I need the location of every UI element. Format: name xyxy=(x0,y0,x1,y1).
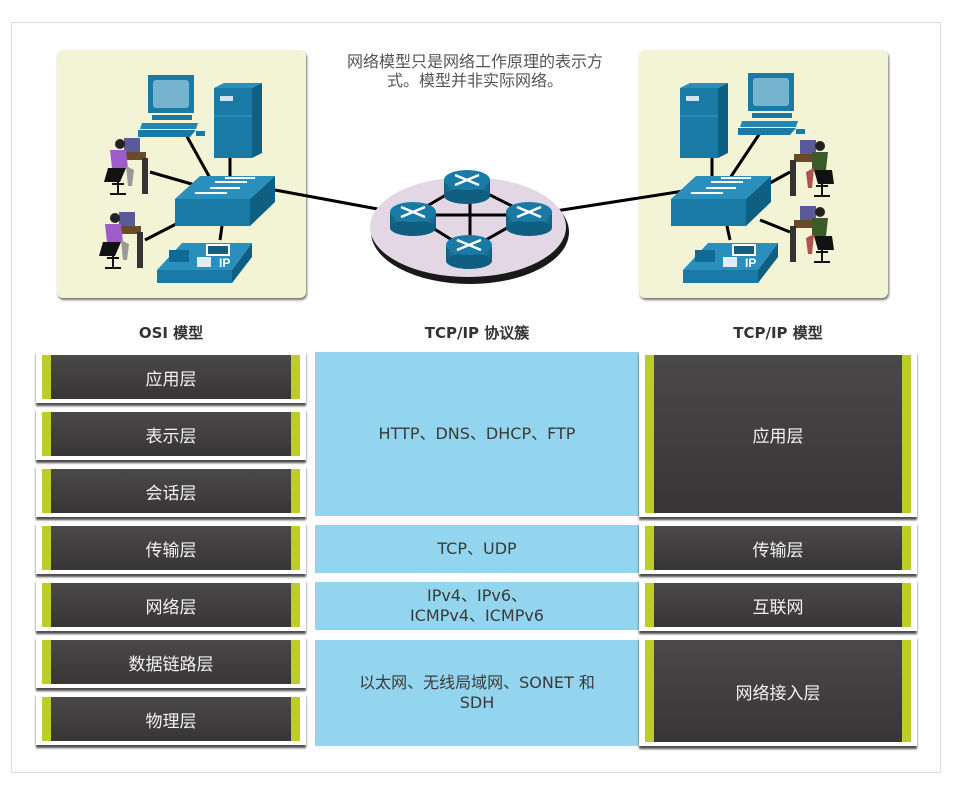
protocols-application: HTTP、DNS、DHCP、FTP xyxy=(315,352,639,516)
tcpip-layer-application: 应用层 xyxy=(639,351,917,517)
caption-line-2: 式。模型并非实际网络。 xyxy=(386,71,563,90)
protocol-text: TCP、UDP xyxy=(437,539,517,558)
osi-layer-application: 应用层 xyxy=(36,351,306,403)
right-lan-panel xyxy=(639,50,888,298)
layer-label: 互联网 xyxy=(752,597,804,618)
osi-layer-presentation: 表示层 xyxy=(36,408,306,460)
protocol-text: SDH xyxy=(459,693,495,712)
protocol-text: IPv4、IPv6、 xyxy=(426,586,528,605)
layer-label: 会话层 xyxy=(145,483,197,504)
layer-label: 应用层 xyxy=(145,369,197,390)
layer-label: 传输层 xyxy=(145,540,197,561)
caption-line-1: 网络模型只是网络工作原理的表示方 xyxy=(346,52,603,71)
tcpip-model-header: TCP/IP 模型 xyxy=(733,324,823,342)
osi-layer-transport: 传输层 xyxy=(36,522,306,574)
layer-label: 应用层 xyxy=(752,426,804,447)
protocols-internet: IPv4、IPv6、 ICMPv4、ICMPv6 xyxy=(315,582,639,630)
layer-label: 传输层 xyxy=(752,540,804,561)
protocol-text: HTTP、DNS、DHCP、FTP xyxy=(378,424,576,443)
left-lan-panel xyxy=(57,50,306,298)
protocols-network-access: 以太网、无线局域网、SONET 和 SDH xyxy=(315,640,639,746)
caption: 网络模型只是网络工作原理的表示方 式。模型并非实际网络。 xyxy=(320,52,630,90)
osi-layer-data-link: 数据链路层 xyxy=(36,636,306,688)
protocol-text: 以太网、无线局域网、SONET 和 xyxy=(359,673,595,692)
tcpip-suite-header: TCP/IP 协议簇 xyxy=(424,324,530,342)
protocol-text: ICMPv4、ICMPv6 xyxy=(410,606,544,625)
layer-label: 网络层 xyxy=(145,597,197,618)
tcpip-layer-internet: 互联网 xyxy=(639,579,917,631)
protocols-transport: TCP、UDP xyxy=(315,525,639,573)
tcpip-layer-network-access: 网络接入层 xyxy=(639,636,917,746)
layer-label: 数据链路层 xyxy=(128,654,214,675)
osi-layer-network: 网络层 xyxy=(36,579,306,631)
osi-layer-session: 会话层 xyxy=(36,465,306,517)
layer-label: 表示层 xyxy=(145,426,197,447)
layer-label: 物理层 xyxy=(145,711,197,732)
osi-layer-physical: 物理层 xyxy=(36,693,306,745)
layer-label: 网络接入层 xyxy=(735,683,821,704)
tcpip-layer-transport: 传输层 xyxy=(639,522,917,574)
osi-model-header: OSI 模型 xyxy=(138,324,204,342)
